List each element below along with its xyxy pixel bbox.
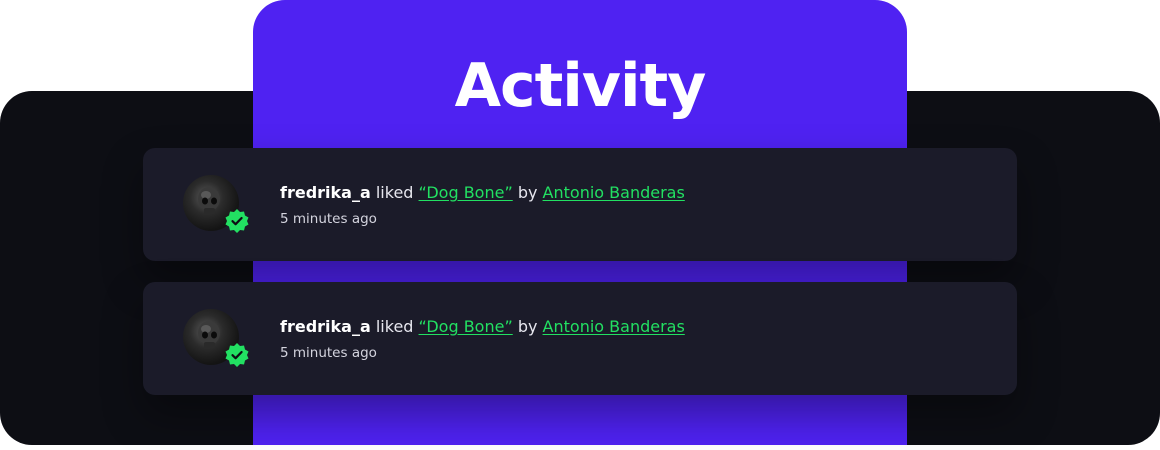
avatar[interactable] — [183, 175, 251, 235]
activity-card[interactable]: fredrika_a liked “Dog Bone” by Antonio B… — [143, 282, 1017, 395]
timestamp: 5 minutes ago — [280, 211, 377, 227]
timestamp: 5 minutes ago — [280, 345, 377, 361]
activity-text: fredrika_a liked “Dog Bone” by Antonio B… — [280, 316, 685, 338]
verified-badge-icon — [224, 342, 250, 368]
activity-card[interactable]: fredrika_a liked “Dog Bone” by Antonio B… — [143, 148, 1017, 261]
verified-badge-icon — [224, 208, 250, 234]
avatar[interactable] — [183, 309, 251, 369]
action-text: liked — [375, 317, 414, 336]
action-text: liked — [375, 183, 414, 202]
artist-link[interactable]: Antonio Banderas — [543, 183, 685, 202]
username-link[interactable]: fredrika_a — [280, 317, 371, 336]
by-text: by — [517, 183, 538, 202]
by-text: by — [517, 317, 538, 336]
username-link[interactable]: fredrika_a — [280, 183, 371, 202]
artist-link[interactable]: Antonio Banderas — [543, 317, 685, 336]
track-link[interactable]: “Dog Bone” — [419, 183, 513, 202]
activity-text: fredrika_a liked “Dog Bone” by Antonio B… — [280, 182, 685, 204]
activity-title: Activity — [454, 51, 707, 121]
track-link[interactable]: “Dog Bone” — [419, 317, 513, 336]
